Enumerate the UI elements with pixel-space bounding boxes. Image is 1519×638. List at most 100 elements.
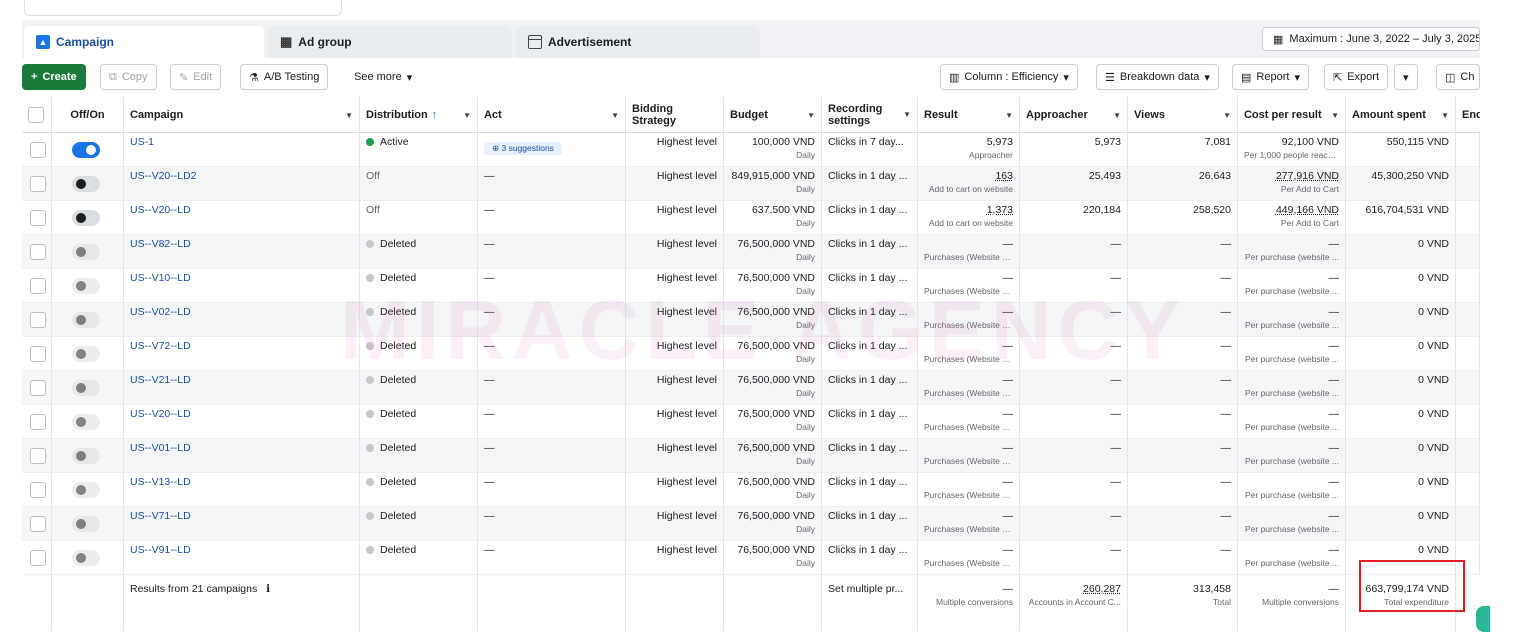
row-checkbox[interactable] — [30, 176, 46, 192]
campaign-toggle[interactable] — [72, 516, 100, 532]
row-checkbox[interactable] — [30, 142, 46, 158]
cell-act: — — [478, 303, 626, 337]
header-result[interactable]: Result ▼ — [918, 97, 1020, 133]
result-sub: Add to cart on website — [928, 218, 1013, 228]
table-row[interactable]: US-1 Active ⊕ 3 suggestions Highest level 10… — [22, 133, 1480, 167]
header-cost[interactable]: Cost per result ▼ — [1238, 97, 1346, 133]
tab-ad-group[interactable]: ▦ Ad group — [268, 26, 512, 58]
help-widget[interactable] — [1476, 606, 1490, 632]
row-checkbox[interactable] — [30, 210, 46, 226]
chart-button[interactable]: ◫ Ch — [1436, 64, 1480, 90]
table-row[interactable]: US--V71--LD Deleted — Highest level 76,500,0… — [22, 507, 1480, 541]
campaign-toggle[interactable] — [72, 278, 100, 294]
table-row[interactable]: US--V20--LD Off — Highest level 637,500 VND D… — [22, 201, 1480, 235]
export-dropdown-button[interactable]: ▾ — [1394, 64, 1418, 90]
table-row[interactable]: US--V72--LD Deleted — Highest level 76,500,0… — [22, 337, 1480, 371]
bidding-value: Highest level — [656, 170, 717, 182]
row-checkbox[interactable] — [30, 516, 46, 532]
approacher-value: — — [1110, 442, 1122, 454]
cost-value: — — [1328, 476, 1340, 488]
see-more-button[interactable]: See more ▾ — [346, 64, 421, 90]
table-row[interactable]: US--V20--LD2 Off — Highest level 849,915,000… — [22, 167, 1480, 201]
header-act-label: Act — [484, 109, 502, 121]
campaign-name-link[interactable]: US--V20--LD — [130, 408, 191, 420]
cost-value: — — [1328, 544, 1340, 556]
breakdown-button[interactable]: ☰ Breakdown data ▾ — [1096, 64, 1219, 90]
ab-testing-button[interactable]: ⚗ A/B Testing — [240, 64, 329, 90]
status-label: Deleted — [380, 272, 417, 284]
table-row[interactable]: US--V02--LD Deleted — Highest level 76,500,0… — [22, 303, 1480, 337]
row-checkbox[interactable] — [30, 346, 46, 362]
copy-button[interactable]: ⧉ Copy — [100, 64, 157, 90]
table-row[interactable]: US--V82--LD Deleted — Highest level 76,500,0… — [22, 235, 1480, 269]
header-recording[interactable]: Recording settings ▼ — [822, 97, 918, 133]
campaign-toggle[interactable] — [72, 346, 100, 362]
select-all-checkbox[interactable] — [28, 107, 44, 123]
row-checkbox[interactable] — [30, 482, 46, 498]
table-row[interactable]: US--V01--LD Deleted — Highest level 76,500,0… — [22, 439, 1480, 473]
export-button[interactable]: ⇱ Export — [1324, 64, 1389, 90]
campaign-toggle[interactable] — [72, 142, 100, 158]
row-checkbox[interactable] — [30, 278, 46, 294]
campaign-name-link[interactable]: US--V02--LD — [130, 306, 191, 318]
campaign-name-link[interactable]: US--V21--LD — [130, 374, 191, 386]
campaign-name-link[interactable]: US-1 — [130, 136, 154, 148]
header-select-all[interactable] — [22, 97, 52, 133]
create-button[interactable]: + Create — [22, 64, 86, 90]
campaign-name-link[interactable]: US--V91--LD — [130, 544, 191, 556]
suggestions-badge[interactable]: ⊕ 3 suggestions — [484, 142, 562, 155]
campaign-name-link[interactable]: US--V71--LD — [130, 510, 191, 522]
campaign-toggle[interactable] — [72, 482, 100, 498]
chevron-down-icon: ▾ — [1403, 71, 1409, 84]
cell-act: ⊕ 3 suggestions — [478, 133, 626, 167]
campaign-toggle[interactable] — [72, 448, 100, 464]
tab-advertisement[interactable]: Advertisement — [516, 26, 760, 58]
info-icon[interactable]: ℹ — [266, 583, 270, 595]
row-checkbox[interactable] — [30, 414, 46, 430]
campaign-toggle[interactable] — [72, 244, 100, 260]
campaign-name-link[interactable]: US--V72--LD — [130, 340, 191, 352]
caret-down-icon: ▼ — [611, 110, 619, 120]
column-button[interactable]: ▥ Column : Efficiency ▾ — [940, 64, 1078, 90]
header-budget[interactable]: Budget ▼ — [724, 97, 822, 133]
header-end[interactable]: End — [1456, 97, 1480, 133]
header-bidding[interactable]: Bidding Strategy — [626, 97, 724, 133]
campaign-name-link[interactable]: US--V01--LD — [130, 442, 191, 454]
header-spent[interactable]: Amount spent ▼ — [1346, 97, 1456, 133]
campaign-toggle[interactable] — [72, 210, 100, 226]
table-row[interactable]: US--V13--LD Deleted — Highest level 76,500,0… — [22, 473, 1480, 507]
row-checkbox[interactable] — [30, 380, 46, 396]
header-act[interactable]: Act ▼ — [478, 97, 626, 133]
table-footer: Results from 21 campaigns ℹ Set multiple… — [22, 575, 1480, 631]
header-approacher[interactable]: Approacher ▼ — [1020, 97, 1128, 133]
spent-value: 616,704,531 VND — [1365, 204, 1449, 216]
campaign-toggle[interactable] — [72, 414, 100, 430]
tab-campaign[interactable]: ▲ Campaign — [24, 26, 264, 58]
table-row[interactable]: US--V10--LD Deleted — Highest level 76,500,0… — [22, 269, 1480, 303]
table-row[interactable]: US--V21--LD Deleted — Highest level 76,500,0… — [22, 371, 1480, 405]
campaign-name-link[interactable]: US--V82--LD — [130, 238, 191, 250]
budget-value: 76,500,000 VND — [737, 374, 815, 386]
header-views[interactable]: Views ▼ — [1128, 97, 1238, 133]
edit-button[interactable]: ✎ Edit — [170, 64, 222, 90]
campaign-name-link[interactable]: US--V20--LD — [130, 204, 191, 216]
row-checkbox[interactable] — [30, 312, 46, 328]
cell-result: 163 Add to cart on website — [918, 167, 1020, 201]
row-checkbox[interactable] — [30, 550, 46, 566]
row-checkbox[interactable] — [30, 244, 46, 260]
date-range-picker[interactable]: ▦ Maximum : June 3, 2022 – July 3, 2025 — [1262, 27, 1480, 51]
row-checkbox[interactable] — [30, 448, 46, 464]
campaign-toggle[interactable] — [72, 380, 100, 396]
campaign-name-link[interactable]: US--V13--LD — [130, 476, 191, 488]
campaign-name-link[interactable]: US--V20--LD2 — [130, 170, 197, 182]
campaign-toggle[interactable] — [72, 312, 100, 328]
report-button[interactable]: ▤ Report ▾ — [1232, 64, 1309, 90]
table-row[interactable]: US--V91--LD Deleted — Highest level 76,500,0… — [22, 541, 1480, 575]
campaign-toggle[interactable] — [72, 176, 100, 192]
campaign-toggle[interactable] — [72, 550, 100, 566]
cell-tog — [52, 235, 124, 269]
campaign-name-link[interactable]: US--V10--LD — [130, 272, 191, 284]
header-campaign[interactable]: Campaign ▼ — [124, 97, 360, 133]
header-distribution[interactable]: Distribution ↑ ▼ — [360, 97, 478, 133]
table-row[interactable]: US--V20--LD Deleted — Highest level 76,500,0… — [22, 405, 1480, 439]
